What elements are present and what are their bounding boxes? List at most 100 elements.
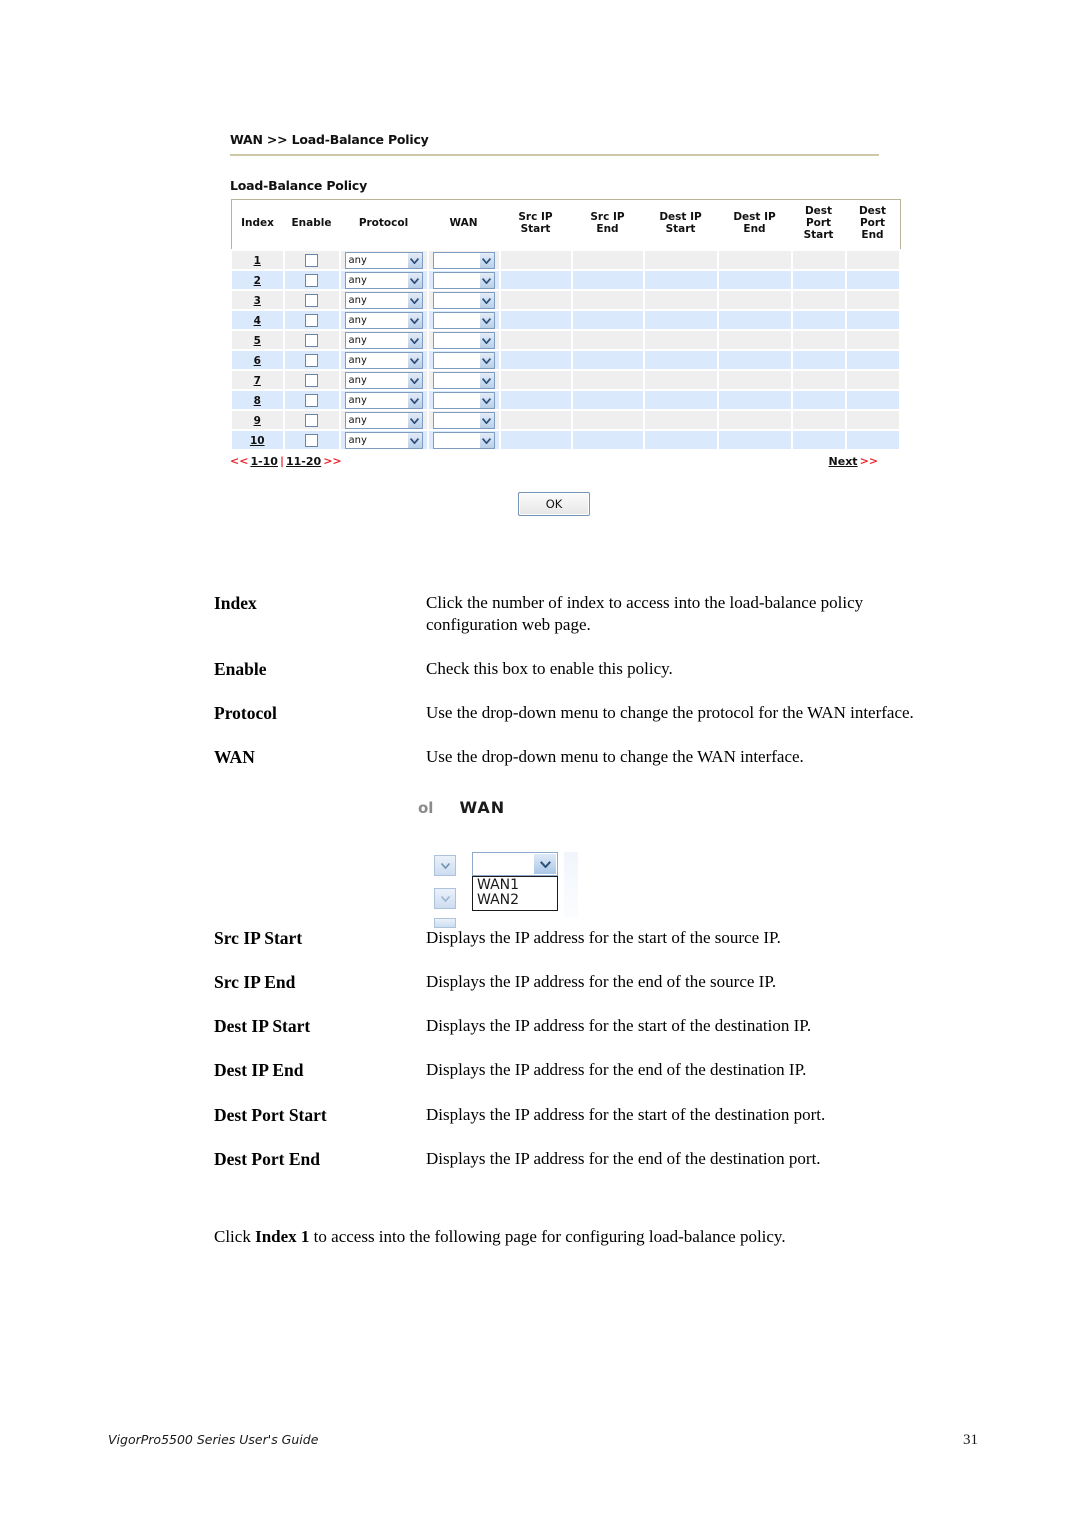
protocol-select-arrow[interactable] — [407, 253, 422, 269]
wan-select[interactable] — [432, 392, 495, 410]
cell-dest-ip-end — [716, 249, 793, 272]
protocol-select[interactable]: any — [344, 392, 423, 410]
protocol-select-arrow[interactable] — [407, 413, 422, 429]
protocol-select[interactable]: any — [344, 252, 423, 270]
pagination-page-1-10[interactable]: 1-10 — [248, 455, 280, 468]
enable-checkbox[interactable] — [305, 394, 318, 408]
cell-wan — [426, 429, 501, 452]
enable-checkbox[interactable] — [305, 354, 318, 368]
wan-select-arrow[interactable] — [479, 293, 494, 309]
protocol-select[interactable]: any — [344, 372, 423, 390]
index-link[interactable]: 1 — [254, 255, 261, 267]
wan-select-arrow[interactable] — [479, 373, 494, 389]
wan-select-arrow[interactable] — [479, 353, 494, 369]
protocol-select-arrow[interactable] — [407, 373, 422, 389]
wan-figure-ghost-select-1[interactable] — [434, 855, 456, 876]
protocol-select[interactable]: any — [344, 432, 423, 450]
wan-select-arrow[interactable] — [479, 413, 494, 429]
cell-dest-ip-end — [716, 309, 793, 332]
cell-dest-port-start — [790, 329, 847, 352]
cell-dest-port-end — [844, 409, 901, 432]
cell-protocol: any — [338, 349, 429, 372]
col-header-dest-ip-start-line1: Dest IP — [659, 210, 702, 223]
protocol-select-arrow[interactable] — [407, 273, 422, 289]
col-header-dest-ip-start-line2: Start — [665, 222, 696, 235]
wan-select-arrow[interactable] — [479, 253, 494, 269]
enable-checkbox[interactable] — [305, 374, 318, 388]
ok-button[interactable]: OK — [518, 491, 590, 516]
wan-option-wan1[interactable]: WAN1 — [473, 877, 557, 893]
wan-select-arrow[interactable] — [479, 313, 494, 329]
chevron-down-icon — [482, 377, 491, 384]
pagination: << 1-10 | 11-20 >> Next >> — [230, 454, 878, 468]
cell-src-ip-start — [498, 309, 573, 332]
wan-select-open[interactable] — [472, 852, 558, 876]
index-link[interactable]: 10 — [250, 435, 265, 447]
protocol-select-arrow[interactable] — [407, 433, 422, 449]
definition-row: Enable Check this box to enable this poli… — [214, 658, 954, 681]
enable-checkbox[interactable] — [305, 294, 318, 308]
protocol-select-arrow[interactable] — [407, 333, 422, 349]
index-link[interactable]: 8 — [254, 395, 261, 407]
cell-protocol: any — [338, 429, 429, 452]
index-link[interactable]: 9 — [254, 415, 261, 427]
index-link[interactable]: 6 — [254, 355, 261, 367]
definition-term: Dest Port Start — [214, 1104, 327, 1125]
protocol-select-arrow[interactable] — [407, 313, 422, 329]
enable-checkbox[interactable] — [305, 434, 318, 448]
protocol-select[interactable]: any — [344, 292, 423, 310]
wan-select[interactable] — [432, 332, 495, 350]
wan-select[interactable] — [432, 432, 495, 450]
protocol-select[interactable]: any — [344, 412, 423, 430]
pagination-page-11-20[interactable]: 11-20 — [284, 455, 323, 468]
wan-figure-ghost-select-3[interactable] — [434, 918, 456, 928]
pagination-next-link[interactable]: Next — [827, 455, 860, 468]
protocol-select-arrow[interactable] — [407, 393, 422, 409]
protocol-select[interactable]: any — [344, 332, 423, 350]
cell-dest-port-end — [844, 309, 901, 332]
col-header-dest-ip-end-line2: End — [743, 222, 766, 235]
enable-checkbox[interactable] — [305, 334, 318, 348]
col-header-dest-port-end: Dest Port End — [845, 199, 900, 251]
wan-select-arrow[interactable] — [479, 333, 494, 349]
wan-select-arrow[interactable] — [479, 433, 494, 449]
definition-term: Dest Port End — [214, 1148, 320, 1169]
protocol-select-arrow[interactable] — [407, 293, 422, 309]
index-link[interactable]: 2 — [254, 275, 261, 287]
pagination-next-arrows[interactable]: >> — [860, 455, 878, 468]
chevron-down-icon — [410, 297, 419, 304]
enable-checkbox[interactable] — [305, 274, 318, 288]
wan-select-arrow[interactable] — [479, 273, 494, 289]
wan-select-arrow[interactable] — [479, 393, 494, 409]
cell-src-ip-start — [498, 269, 573, 292]
wan-select[interactable] — [432, 272, 495, 290]
index-link[interactable]: 7 — [254, 375, 261, 387]
wan-select[interactable] — [432, 292, 495, 310]
index-link[interactable]: 4 — [254, 315, 261, 327]
protocol-select[interactable]: any — [344, 352, 423, 370]
pagination-next-marker[interactable]: >> — [323, 455, 341, 468]
wan-figure-ghost-select-2[interactable] — [434, 888, 456, 909]
definition-description: Check this box to enable this policy. — [426, 658, 673, 678]
protocol-select[interactable]: any — [344, 312, 423, 330]
pagination-left: << 1-10 | 11-20 >> — [230, 454, 342, 468]
protocol-select-arrow[interactable] — [407, 353, 422, 369]
index-link[interactable]: 3 — [254, 295, 261, 307]
enable-checkbox[interactable] — [305, 414, 318, 428]
pagination-prev-marker[interactable]: << — [230, 455, 248, 468]
enable-checkbox[interactable] — [305, 254, 318, 268]
cell-dest-ip-start — [642, 249, 719, 272]
wan-select[interactable] — [432, 312, 495, 330]
pagination-right: Next >> — [827, 454, 878, 468]
wan-select[interactable] — [432, 252, 495, 270]
wan-select[interactable] — [432, 412, 495, 430]
protocol-select[interactable]: any — [344, 272, 423, 290]
index-link[interactable]: 5 — [254, 335, 261, 347]
wan-select-arrow[interactable] — [534, 854, 556, 874]
wan-select[interactable] — [432, 372, 495, 390]
wan-select[interactable] — [432, 352, 495, 370]
wan-option-wan2[interactable]: WAN2 — [473, 892, 557, 908]
cell-dest-port-end — [844, 349, 901, 372]
enable-checkbox[interactable] — [305, 314, 318, 328]
cell-wan — [426, 389, 501, 412]
